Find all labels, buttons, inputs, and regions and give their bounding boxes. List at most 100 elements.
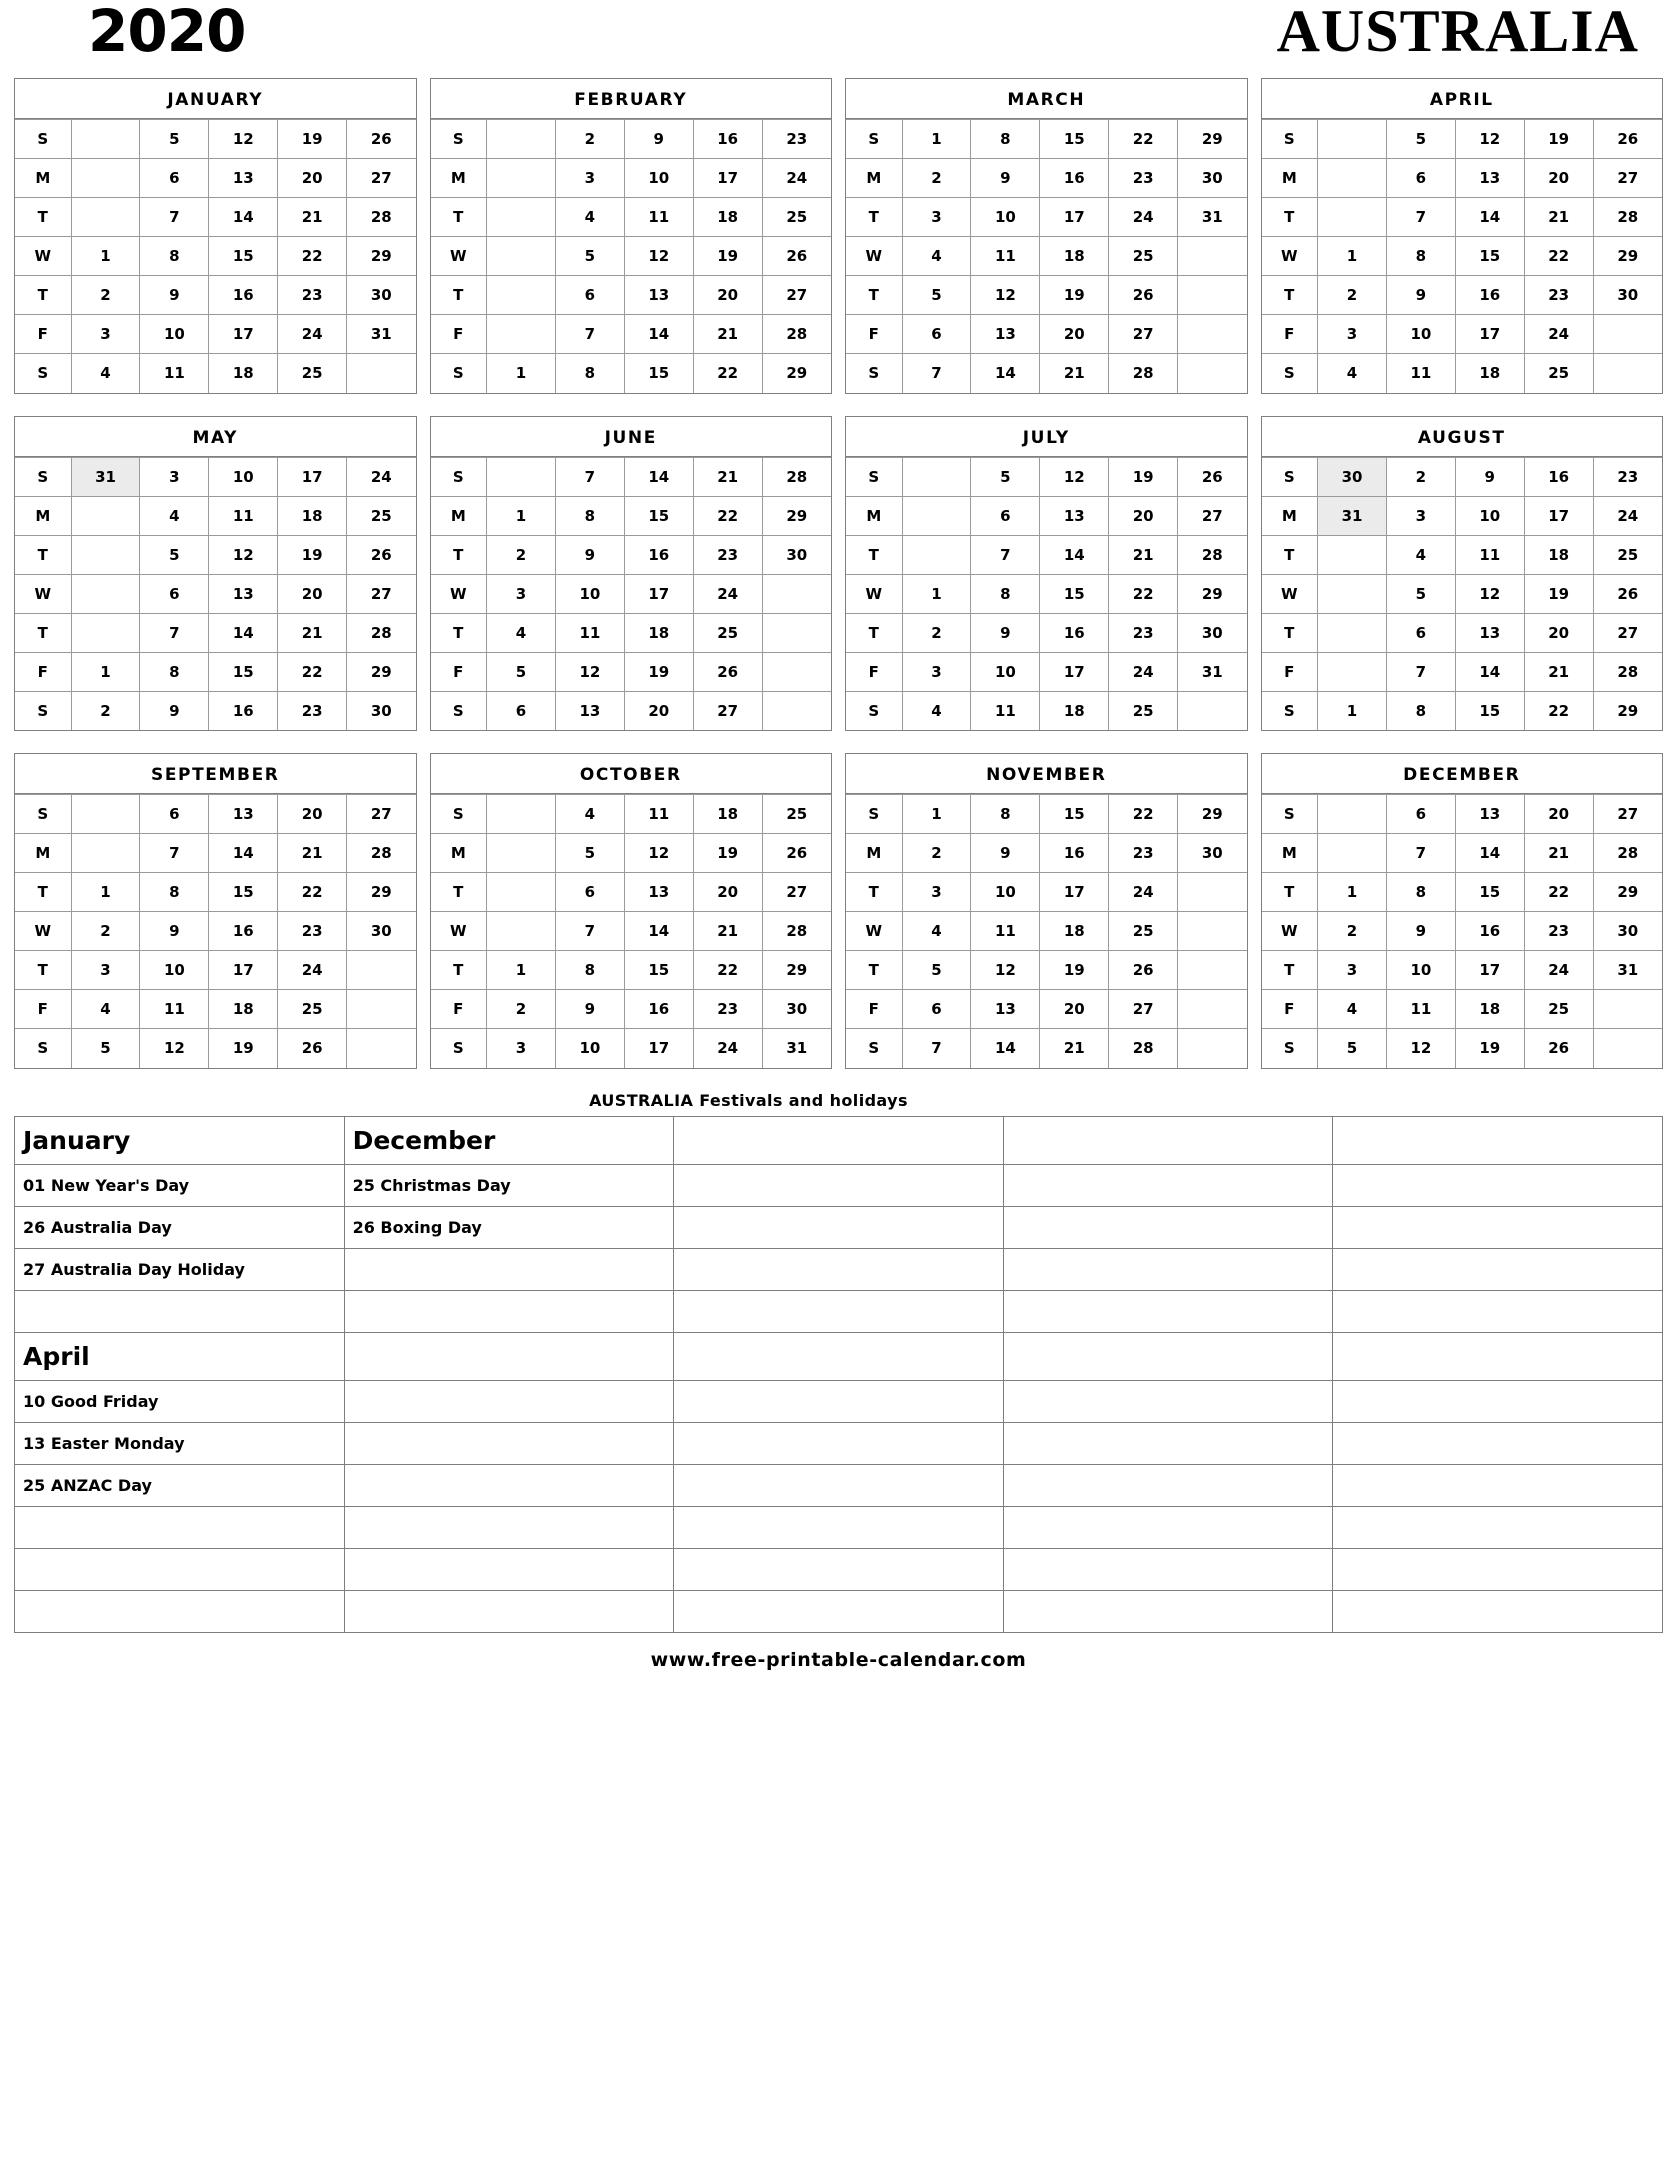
weekday-label: F <box>430 651 488 692</box>
day-cell: 28 <box>1592 833 1662 873</box>
holiday-month-header: April <box>14 1331 345 1381</box>
day-cell: 11 <box>970 690 1041 730</box>
day-cell: 10 <box>623 158 694 198</box>
month-days-table: S 5 12 19 26 M 6 13 20 27 T 7 14 21 28 W 1 8 15 22 29 T 2 9 16 23… <box>15 119 416 393</box>
weekday-row: T 6 13 20 27 <box>430 872 831 912</box>
day-cell: 9 <box>139 690 210 730</box>
weekday-label: T <box>846 612 903 653</box>
day-cell: 19 <box>277 534 348 575</box>
day-cell: 11 <box>623 197 694 237</box>
day-cell: 17 <box>1454 314 1525 354</box>
holiday-row: 27 Australia Day Holiday <box>14 1247 1663 1291</box>
month-block-september: SEPTEMBER S 6 13 20 27 M 7 14 21 28 T 1 8 15 22 29 W 2 9 16 2… <box>14 753 417 1069</box>
day-cell: 18 <box>623 612 694 653</box>
weekday-row: S 4 11 18 25 <box>1261 353 1662 393</box>
day-cell: 9 <box>554 989 625 1029</box>
month-block-may: MAY S 31 3 10 17 24 M 4 11 18 25 T 5 12 19 26 W 6 13 20 27 T 7 1… <box>14 415 417 731</box>
weekday-row: F 1 8 15 22 29 <box>15 651 416 692</box>
day-cell: 31 <box>761 1028 831 1068</box>
holiday-entry: 10 Good Friday <box>14 1379 345 1423</box>
day-cell: 13 <box>554 690 625 730</box>
day-cell: 20 <box>277 794 348 834</box>
empty-day-cell <box>1177 314 1247 354</box>
day-cell: 18 <box>1039 690 1110 730</box>
weekday-row: W 5 12 19 26 <box>430 236 831 276</box>
day-cell: 20 <box>1039 314 1110 354</box>
empty-day-cell <box>1592 1028 1662 1068</box>
weekday-row: W 4 11 18 25 <box>846 236 1247 276</box>
month-row: MAY S 31 3 10 17 24 M 4 11 18 25 T 5 12 19 26 W 6 13 20 27 T 7 1… <box>14 415 1663 731</box>
month-name: AUGUST <box>1261 417 1662 457</box>
day-cell: 8 <box>139 236 210 276</box>
weekday-row: S 7 14 21 28 <box>430 456 831 497</box>
weekday-label: T <box>430 275 488 315</box>
day-cell: 15 <box>208 651 279 692</box>
month-block-december: DECEMBER S 6 13 20 27 M 7 14 21 28 T 1 8 15 22 29 W 2 9 16 23… <box>1260 753 1663 1069</box>
weekday-label: W <box>15 236 72 276</box>
holiday-row <box>14 1589 1663 1633</box>
day-cell: 1 <box>70 651 141 692</box>
month-block-july: JULY S 5 12 19 26 M 6 13 20 27 T 7 14 21 28 W 1 8 15 22 29 T 2 9… <box>845 415 1248 731</box>
weekday-label: M <box>15 158 72 198</box>
day-cell: 15 <box>1454 872 1525 912</box>
day-cell: 27 <box>346 158 416 198</box>
day-cell: 20 <box>1523 794 1594 834</box>
weekday-row: F 4 11 18 25 <box>1261 989 1662 1029</box>
holidays-table: January December 01 New Year's Day 25 Chris… <box>14 1115 1663 1633</box>
day-cell: 31 <box>1317 495 1387 536</box>
holiday-row: 01 New Year's Day 25 Christmas Day <box>14 1163 1663 1207</box>
holiday-entry: 26 Australia Day <box>14 1205 345 1249</box>
day-cell: 20 <box>1523 612 1594 653</box>
month-row: SEPTEMBER S 6 13 20 27 M 7 14 21 28 T 1 8 15 22 29 W 2 9 16 2… <box>14 753 1663 1069</box>
day-cell: 19 <box>208 1028 279 1068</box>
day-cell: 12 <box>1039 456 1110 497</box>
day-cell: 30 <box>1177 158 1247 198</box>
day-cell: 4 <box>901 236 972 276</box>
day-cell: 15 <box>208 872 279 912</box>
empty-day-cell <box>1317 833 1387 873</box>
day-cell: 17 <box>623 573 694 614</box>
weekday-label: T <box>846 197 903 237</box>
day-cell: 16 <box>1039 158 1110 198</box>
empty-day-cell <box>486 158 556 198</box>
empty-day-cell <box>486 833 556 873</box>
weekday-label: W <box>846 236 903 276</box>
day-cell: 16 <box>208 275 279 315</box>
weekday-row: W 4 11 18 25 <box>846 911 1247 951</box>
day-cell: 26 <box>1177 456 1247 497</box>
day-cell: 16 <box>623 534 694 575</box>
day-cell: 23 <box>1108 612 1179 653</box>
month-name: JULY <box>846 417 1247 457</box>
day-cell: 22 <box>1108 794 1179 834</box>
weekday-row: S 5 12 19 26 <box>15 119 416 159</box>
day-cell: 3 <box>901 651 972 692</box>
weekday-row: T 7 14 21 28 <box>15 612 416 653</box>
month-days-table: S 7 14 21 28 M 1 8 15 22 29 T 2 9 16 23 30 W 3 10 17 24 T 4 11 18… <box>430 456 831 730</box>
day-cell: 21 <box>1523 833 1594 873</box>
weekday-label: M <box>15 495 72 536</box>
day-cell: 11 <box>970 911 1041 951</box>
empty-day-cell <box>1317 158 1387 198</box>
day-cell: 5 <box>70 1028 141 1068</box>
day-cell: 8 <box>554 495 625 536</box>
day-cell: 11 <box>554 612 625 653</box>
weekday-row: W 2 9 16 23 30 <box>15 911 416 951</box>
weekday-row: S 1 8 15 22 29 <box>1261 690 1662 730</box>
holiday-empty-cell <box>343 1379 675 1423</box>
page-header: 2020 AUSTRALIA <box>14 0 1663 78</box>
day-cell: 23 <box>692 534 763 575</box>
day-cell: 24 <box>1592 495 1662 536</box>
day-cell: 29 <box>346 651 416 692</box>
day-cell: 10 <box>554 573 625 614</box>
weekday-row: S 5 12 19 26 <box>846 456 1247 497</box>
day-cell: 19 <box>1039 275 1110 315</box>
day-cell: 28 <box>761 911 831 951</box>
holiday-row <box>14 1547 1663 1591</box>
weekday-row: T 2 9 16 23 30 <box>430 534 831 575</box>
day-cell: 19 <box>1523 573 1594 614</box>
empty-day-cell <box>70 197 141 237</box>
day-cell: 17 <box>208 950 279 990</box>
day-cell: 13 <box>970 314 1041 354</box>
weekday-row: S 4 11 18 25 <box>430 794 831 834</box>
day-cell: 9 <box>139 911 210 951</box>
